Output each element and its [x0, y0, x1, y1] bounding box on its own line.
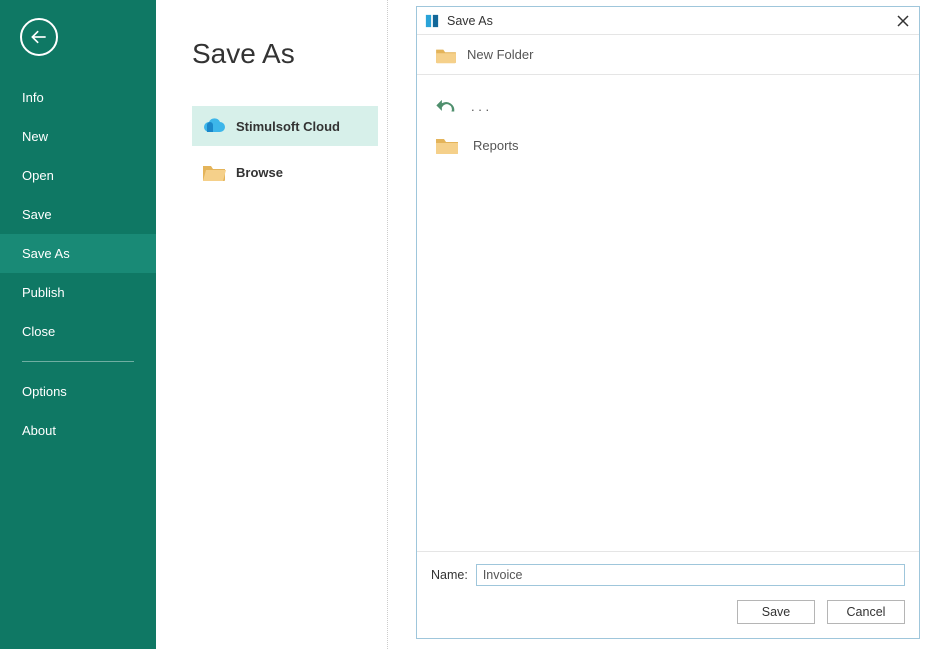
sidebar-item-new[interactable]: New — [0, 117, 156, 156]
back-button[interactable] — [20, 18, 58, 56]
folder-label: Reports — [473, 138, 519, 153]
location-browse[interactable]: Browse — [192, 152, 378, 192]
sidebar-item-close[interactable]: Close — [0, 312, 156, 351]
new-folder-button[interactable]: New Folder — [417, 35, 919, 75]
sidebar-divider — [22, 361, 134, 362]
location-label: Stimulsoft Cloud — [236, 119, 340, 134]
folder-row[interactable]: Reports — [435, 129, 901, 161]
save-dialog: Save As New Folder — [416, 6, 920, 639]
sidebar-item-options[interactable]: Options — [0, 372, 156, 411]
app-icon — [425, 14, 439, 28]
cancel-button[interactable]: Cancel — [827, 600, 905, 624]
folder-open-icon — [202, 162, 226, 182]
location-panel: Save As Stimulsoft Cloud Browse — [156, 0, 388, 649]
sidebar-item-info[interactable]: Info — [0, 78, 156, 117]
sidebar-item-save[interactable]: Save — [0, 195, 156, 234]
undo-icon — [435, 97, 457, 115]
folder-icon — [435, 135, 459, 155]
dialog-footer: Name: Save Cancel — [417, 551, 919, 638]
sidebar-item-publish[interactable]: Publish — [0, 273, 156, 312]
folder-icon — [435, 46, 457, 64]
new-folder-label: New Folder — [467, 47, 533, 62]
sidebar-item-about[interactable]: About — [0, 411, 156, 450]
go-up-label: . . . — [471, 99, 489, 114]
location-stimulsoft-cloud[interactable]: Stimulsoft Cloud — [192, 106, 378, 146]
name-label: Name: — [431, 568, 468, 582]
close-button[interactable] — [895, 13, 911, 29]
dialog-wrap: Save As New Folder — [388, 0, 948, 649]
close-icon — [897, 15, 909, 27]
location-label: Browse — [236, 165, 283, 180]
page-title: Save As — [192, 38, 387, 70]
filename-input[interactable] — [476, 564, 905, 586]
sidebar-item-open[interactable]: Open — [0, 156, 156, 195]
sidebar: Info New Open Save Save As Publish Close… — [0, 0, 156, 649]
go-up-row[interactable]: . . . — [435, 91, 901, 121]
arrow-left-icon — [29, 27, 49, 47]
dialog-title: Save As — [447, 14, 895, 28]
dialog-titlebar: Save As — [417, 7, 919, 35]
save-button[interactable]: Save — [737, 600, 815, 624]
dialog-body: . . . Reports — [417, 75, 919, 551]
cloud-icon — [202, 117, 226, 135]
sidebar-item-save-as[interactable]: Save As — [0, 234, 156, 273]
